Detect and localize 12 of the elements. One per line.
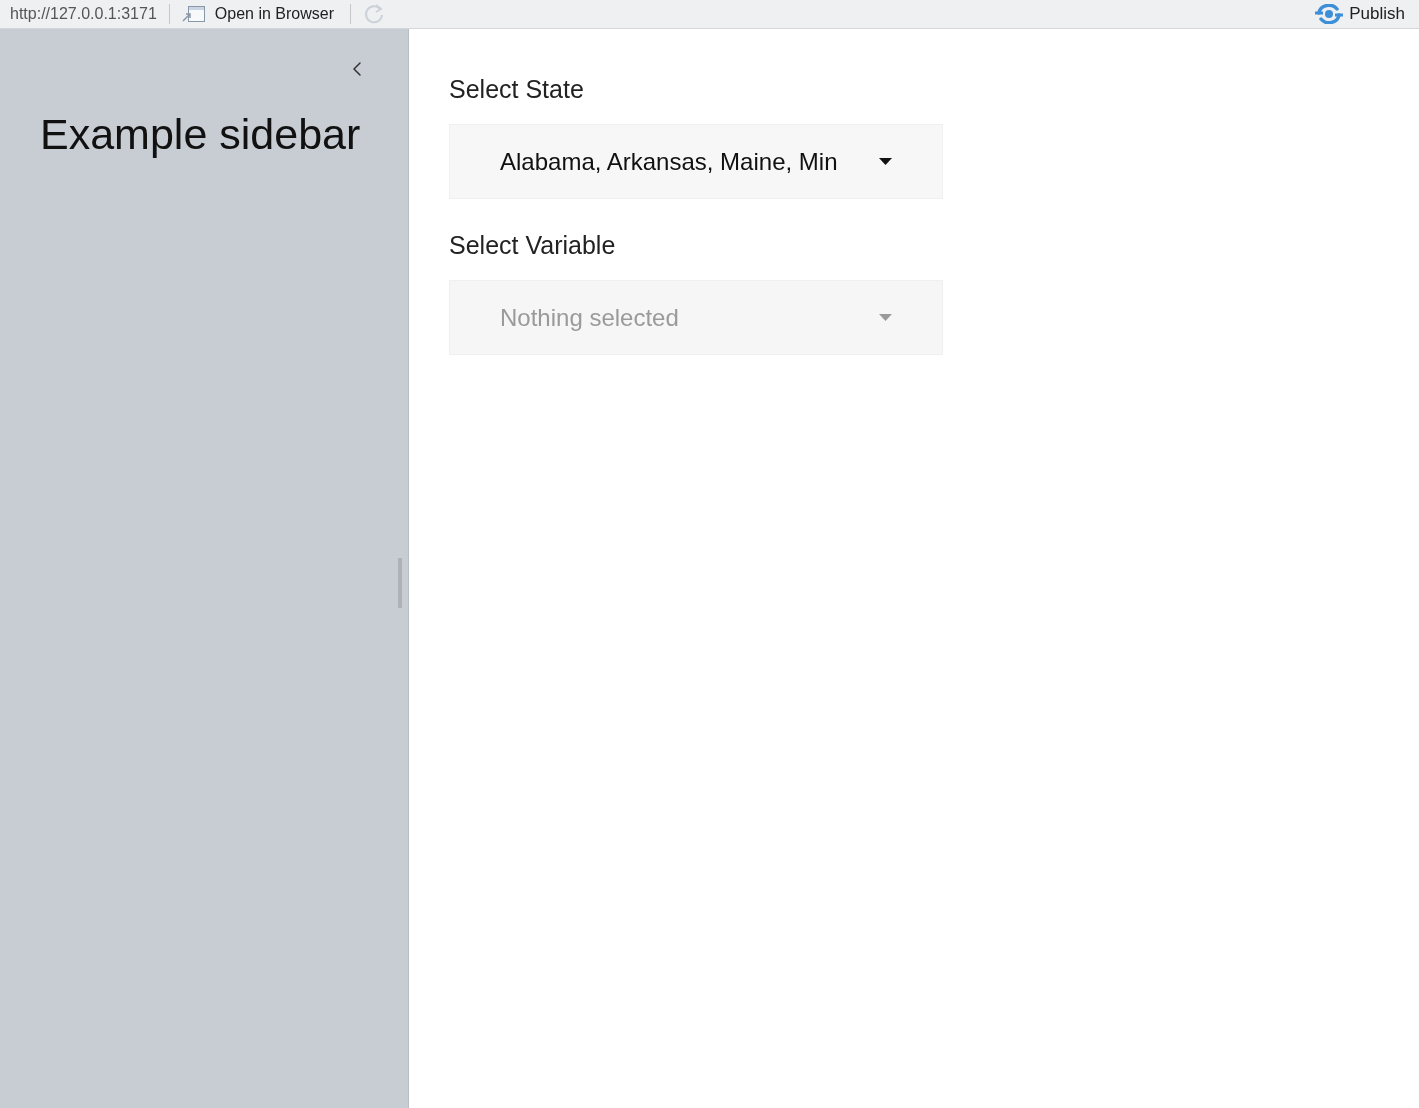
select-dropdown[interactable]: Alabama, Arkansas, Maine, Min bbox=[449, 124, 943, 199]
open-in-browser-button[interactable]: Open in Browser bbox=[181, 2, 334, 26]
publish-button[interactable]: Publish bbox=[1315, 1, 1405, 27]
field-label: Select Variable bbox=[449, 230, 616, 261]
field-label: Select State bbox=[449, 74, 584, 105]
sidebar-title: Example sidebar bbox=[40, 109, 361, 160]
window-arrow-icon bbox=[181, 5, 206, 23]
refresh-icon bbox=[362, 3, 385, 25]
publish-icon bbox=[1315, 4, 1344, 24]
caret-icon bbox=[879, 314, 892, 321]
caret-icon bbox=[879, 158, 892, 165]
url-text: http://127.0.0.1:3171 bbox=[10, 4, 157, 24]
